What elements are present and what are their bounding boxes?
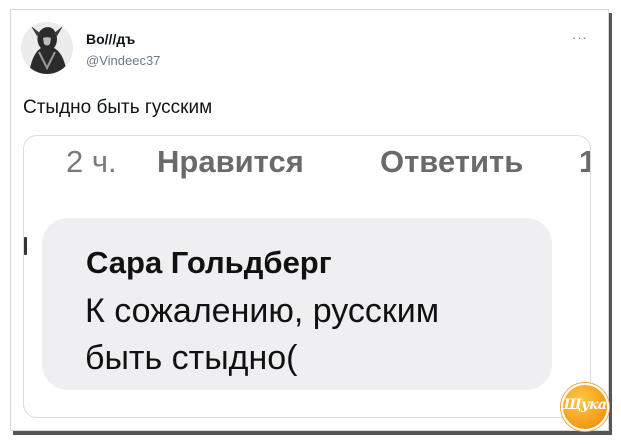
- more-options-icon[interactable]: ···: [572, 30, 588, 45]
- author-name[interactable]: Во///дъ: [86, 31, 135, 47]
- commenter-name: Сара Гольдберг: [86, 245, 332, 280]
- reply-link: Ответить: [380, 144, 524, 179]
- reaction-count: 1: [579, 144, 590, 180]
- like-link: Нравится: [157, 144, 304, 179]
- author-handle[interactable]: @Vindeec37: [86, 53, 160, 68]
- avatar-portrait-icon: [21, 22, 73, 74]
- comment-text-line-1: К сожалению, русским: [85, 292, 440, 330]
- comment-text-line-2: быть стыдно(: [85, 339, 298, 377]
- avatar[interactable]: [21, 22, 73, 74]
- watermark-logo: Щука: [561, 383, 609, 431]
- comment-bubble: Сара Гольдберг К сожалению, русским быть…: [42, 218, 552, 390]
- tweet-text: Стыдно быть гусским: [23, 97, 213, 118]
- attached-image[interactable]: 2 ч. Нравится Ответить 1 Сара Гольдберг …: [23, 135, 591, 418]
- comment-meta-row: 2 ч. Нравится Ответить 1: [66, 144, 590, 180]
- cropped-avatar-edge: [24, 237, 27, 255]
- watermark-text: Щука: [563, 397, 607, 413]
- comment-time: 2 ч.: [66, 144, 117, 179]
